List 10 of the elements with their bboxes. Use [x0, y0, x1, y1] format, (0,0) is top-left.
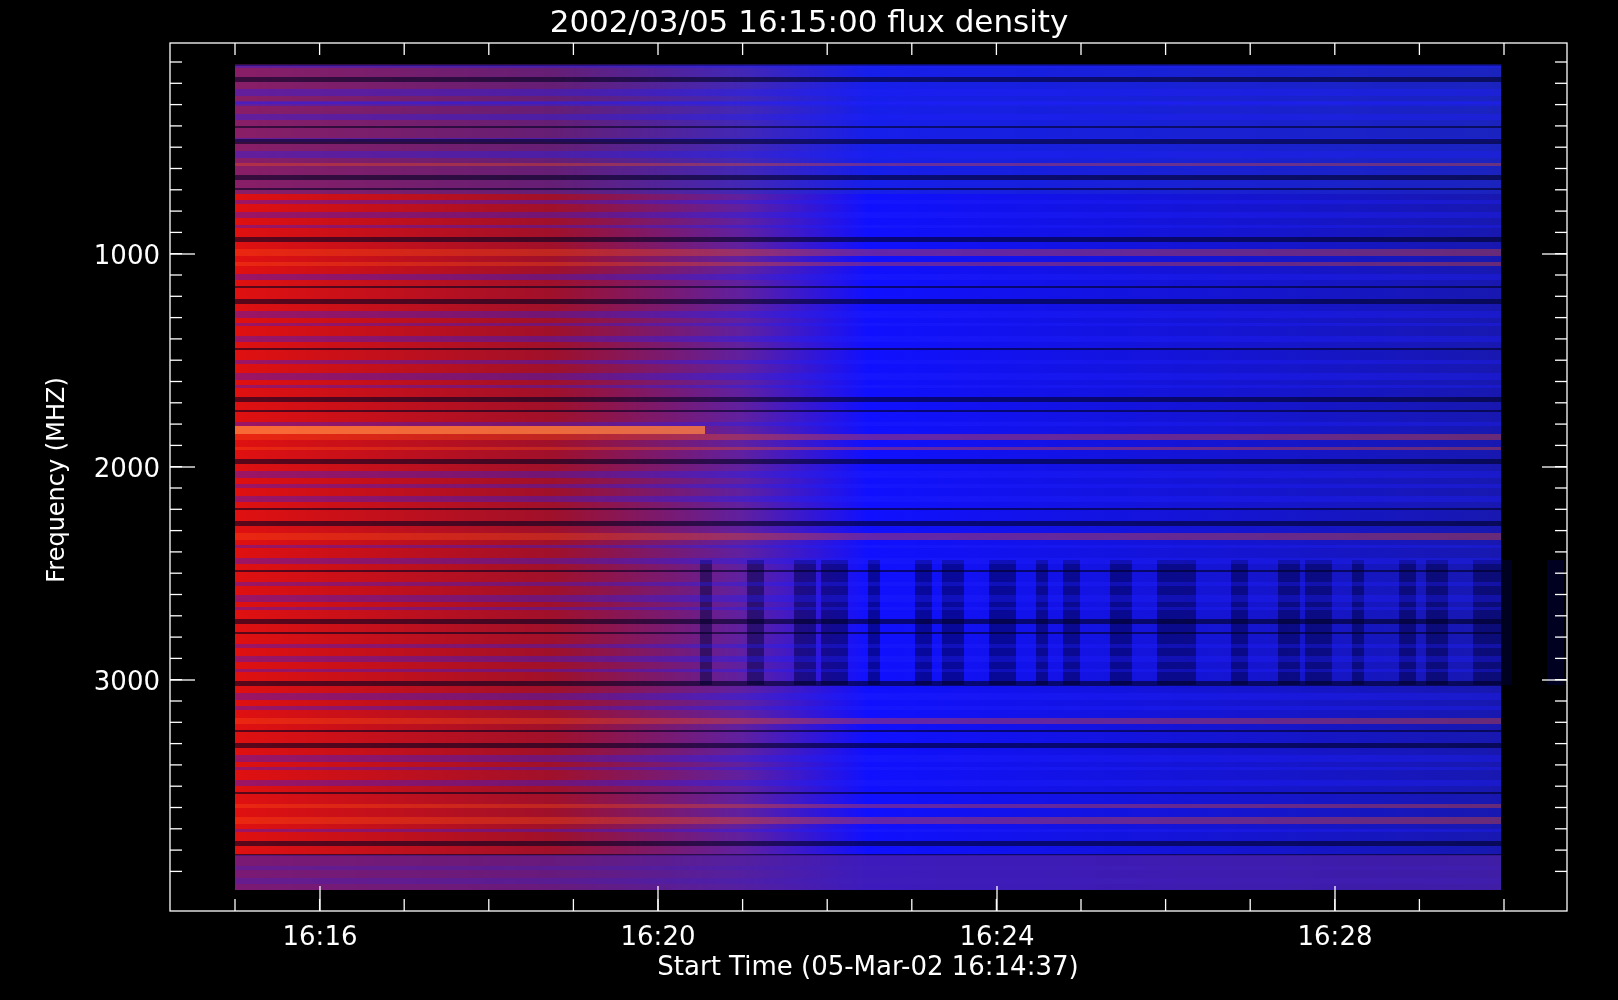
x-tick-label: 16:28	[1297, 921, 1373, 951]
y-tick-label: 1000	[93, 240, 160, 270]
y-axis-label: Frequency (MHZ)	[42, 377, 70, 583]
x-tick-label: 16:24	[959, 921, 1035, 951]
y-tick-label: 2000	[93, 453, 160, 483]
y-tick-label: 3000	[93, 666, 160, 696]
plot-title: 2002/03/05 16:15:00 flux density	[549, 3, 1069, 39]
x-tick-label: 16:20	[620, 921, 696, 951]
x-tick-label: 16:16	[282, 921, 358, 951]
x-axis-label: Start Time (05-Mar-02 16:14:37)	[657, 951, 1079, 981]
